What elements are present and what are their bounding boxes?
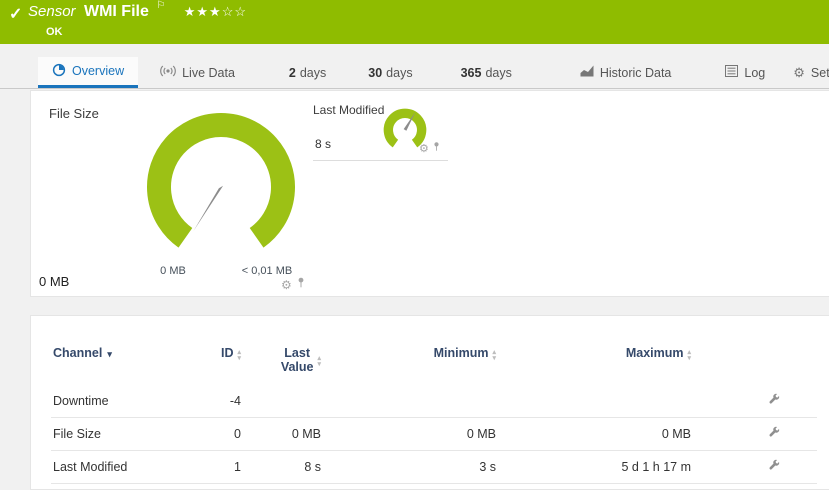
sensor-type-label: Sensor: [28, 3, 76, 20]
tab-historic-data-label: Historic Data: [600, 66, 672, 80]
tab-30-days-label: days: [386, 66, 412, 80]
column-header-channel-label: Channel: [53, 346, 102, 360]
sort-icon: ▴▾: [317, 356, 321, 368]
channel-id: 1: [181, 460, 241, 474]
sensor-header: ✓ Sensor WMI File ⚐ ★★★☆☆ OK: [0, 0, 829, 44]
channels-panel: Channel▾ ID▴▾ LastValue▴▾ Minimum▴▾ Maxi…: [30, 315, 829, 490]
file-size-gauge: [141, 109, 301, 269]
table-row-last-modified[interactable]: Last Modified 1 8 s 3 s 5 d 1 h 17 m: [51, 451, 817, 484]
column-header-minimum[interactable]: Minimum▴▾: [321, 346, 496, 360]
sort-icon: ▴▾: [687, 350, 691, 362]
tab-settings[interactable]: ⚙ Settings: [779, 57, 829, 88]
overview-icon: [52, 63, 66, 80]
wrench-icon[interactable]: [768, 393, 781, 409]
table-row-downtime[interactable]: Downtime -4: [51, 385, 817, 418]
column-header-minimum-label: Minimum: [434, 346, 489, 360]
tab-365-days-label: days: [485, 66, 511, 80]
tab-log-label: Log: [744, 66, 765, 80]
status-badge: OK: [46, 26, 63, 38]
column-header-channel[interactable]: Channel ▾: [51, 346, 181, 360]
column-header-id-label: ID: [221, 346, 234, 360]
channel-maximum: 0 MB: [496, 427, 691, 441]
channel-id: -4: [181, 394, 241, 408]
flag-icon[interactable]: ⚐: [156, 0, 165, 11]
stars-filled[interactable]: ★★★: [184, 4, 222, 19]
bar-chart-icon: [580, 65, 594, 80]
gauges-panel: File Size 0 MB < 0,01 MB 0 MB ⚙ Last Mod…: [30, 90, 829, 297]
gauge-scale-min: 0 MB: [143, 265, 203, 277]
tab-2-days-number: 2: [289, 66, 296, 80]
file-size-gauge-actions: ⚙: [281, 276, 305, 294]
tab-log[interactable]: Log: [711, 57, 779, 88]
tab-2-days-label: days: [300, 66, 326, 80]
gear-icon[interactable]: ⚙: [419, 142, 429, 155]
tab-overview[interactable]: Overview: [38, 57, 138, 88]
file-size-gauge-title: File Size: [49, 106, 99, 121]
tab-365-days-number: 365: [461, 66, 482, 80]
live-data-icon: [160, 65, 176, 80]
channel-name[interactable]: File Size: [51, 427, 181, 441]
column-header-last-value-label: LastValue: [281, 346, 314, 374]
sort-icon: ▴▾: [492, 350, 496, 362]
wrench-icon[interactable]: [768, 459, 781, 475]
gauge-needle: [193, 186, 223, 231]
channel-maximum: 5 d 1 h 17 m: [496, 460, 691, 474]
column-header-maximum-label: Maximum: [626, 346, 684, 360]
priority-stars[interactable]: ★★★☆☆: [184, 4, 247, 19]
status-check-icon: ✓: [9, 4, 22, 24]
sensor-title: WMI File: [84, 3, 149, 20]
tab-30-days-number: 30: [368, 66, 382, 80]
tab-overview-label: Overview: [72, 64, 124, 78]
log-list-icon: [725, 65, 738, 80]
sensor-title-row: Sensor WMI File ⚐ ★★★☆☆: [28, 3, 247, 21]
channel-last-value: 8 s: [241, 460, 321, 474]
wrench-icon[interactable]: [768, 426, 781, 442]
column-header-last-value[interactable]: LastValue▴▾: [241, 346, 321, 374]
tab-live-data[interactable]: Live Data: [146, 57, 249, 88]
last-modified-mini-gauge: Last Modified 8 s ⚙: [313, 103, 448, 161]
channel-minimum: 0 MB: [321, 427, 496, 441]
stars-empty[interactable]: ☆☆: [222, 4, 247, 19]
last-modified-gauge-actions: ⚙: [419, 139, 440, 157]
table-row-file-size[interactable]: File Size 0 0 MB 0 MB 0 MB: [51, 418, 817, 451]
tab-live-data-label: Live Data: [182, 66, 235, 80]
tab-365-days[interactable]: 365 days: [447, 57, 526, 88]
channel-name[interactable]: Downtime: [51, 394, 181, 408]
channel-minimum: 3 s: [321, 460, 496, 474]
channel-last-value: 0 MB: [241, 427, 321, 441]
tab-settings-label: Settings: [811, 66, 829, 80]
channel-name[interactable]: Last Modified: [51, 460, 181, 474]
pin-icon[interactable]: [433, 139, 440, 157]
chevron-down-icon[interactable]: ▾: [107, 349, 112, 359]
gear-icon[interactable]: ⚙: [281, 278, 292, 292]
tab-30-days[interactable]: 30 days: [354, 57, 426, 88]
gear-icon: ⚙: [793, 65, 805, 81]
tab-bar: Overview Live Data 2 days 30 days 365 da…: [0, 57, 829, 89]
channel-table-body: Downtime -4 File Size 0 0 MB 0 MB 0 MB: [51, 385, 817, 484]
tab-2-days[interactable]: 2 days: [275, 57, 340, 88]
channel-id: 0: [181, 427, 241, 441]
column-header-id[interactable]: ID▴▾: [181, 346, 241, 360]
tab-historic-data[interactable]: Historic Data: [566, 57, 686, 88]
column-header-maximum[interactable]: Maximum▴▾: [496, 346, 691, 360]
channel-table-header: Channel▾ ID▴▾ LastValue▴▾ Minimum▴▾ Maxi…: [51, 346, 817, 374]
file-size-current-value: 0 MB: [39, 274, 69, 289]
last-modified-value: 8 s: [315, 137, 331, 151]
pin-icon[interactable]: [297, 276, 305, 294]
sort-icon: ▴▾: [237, 350, 241, 362]
